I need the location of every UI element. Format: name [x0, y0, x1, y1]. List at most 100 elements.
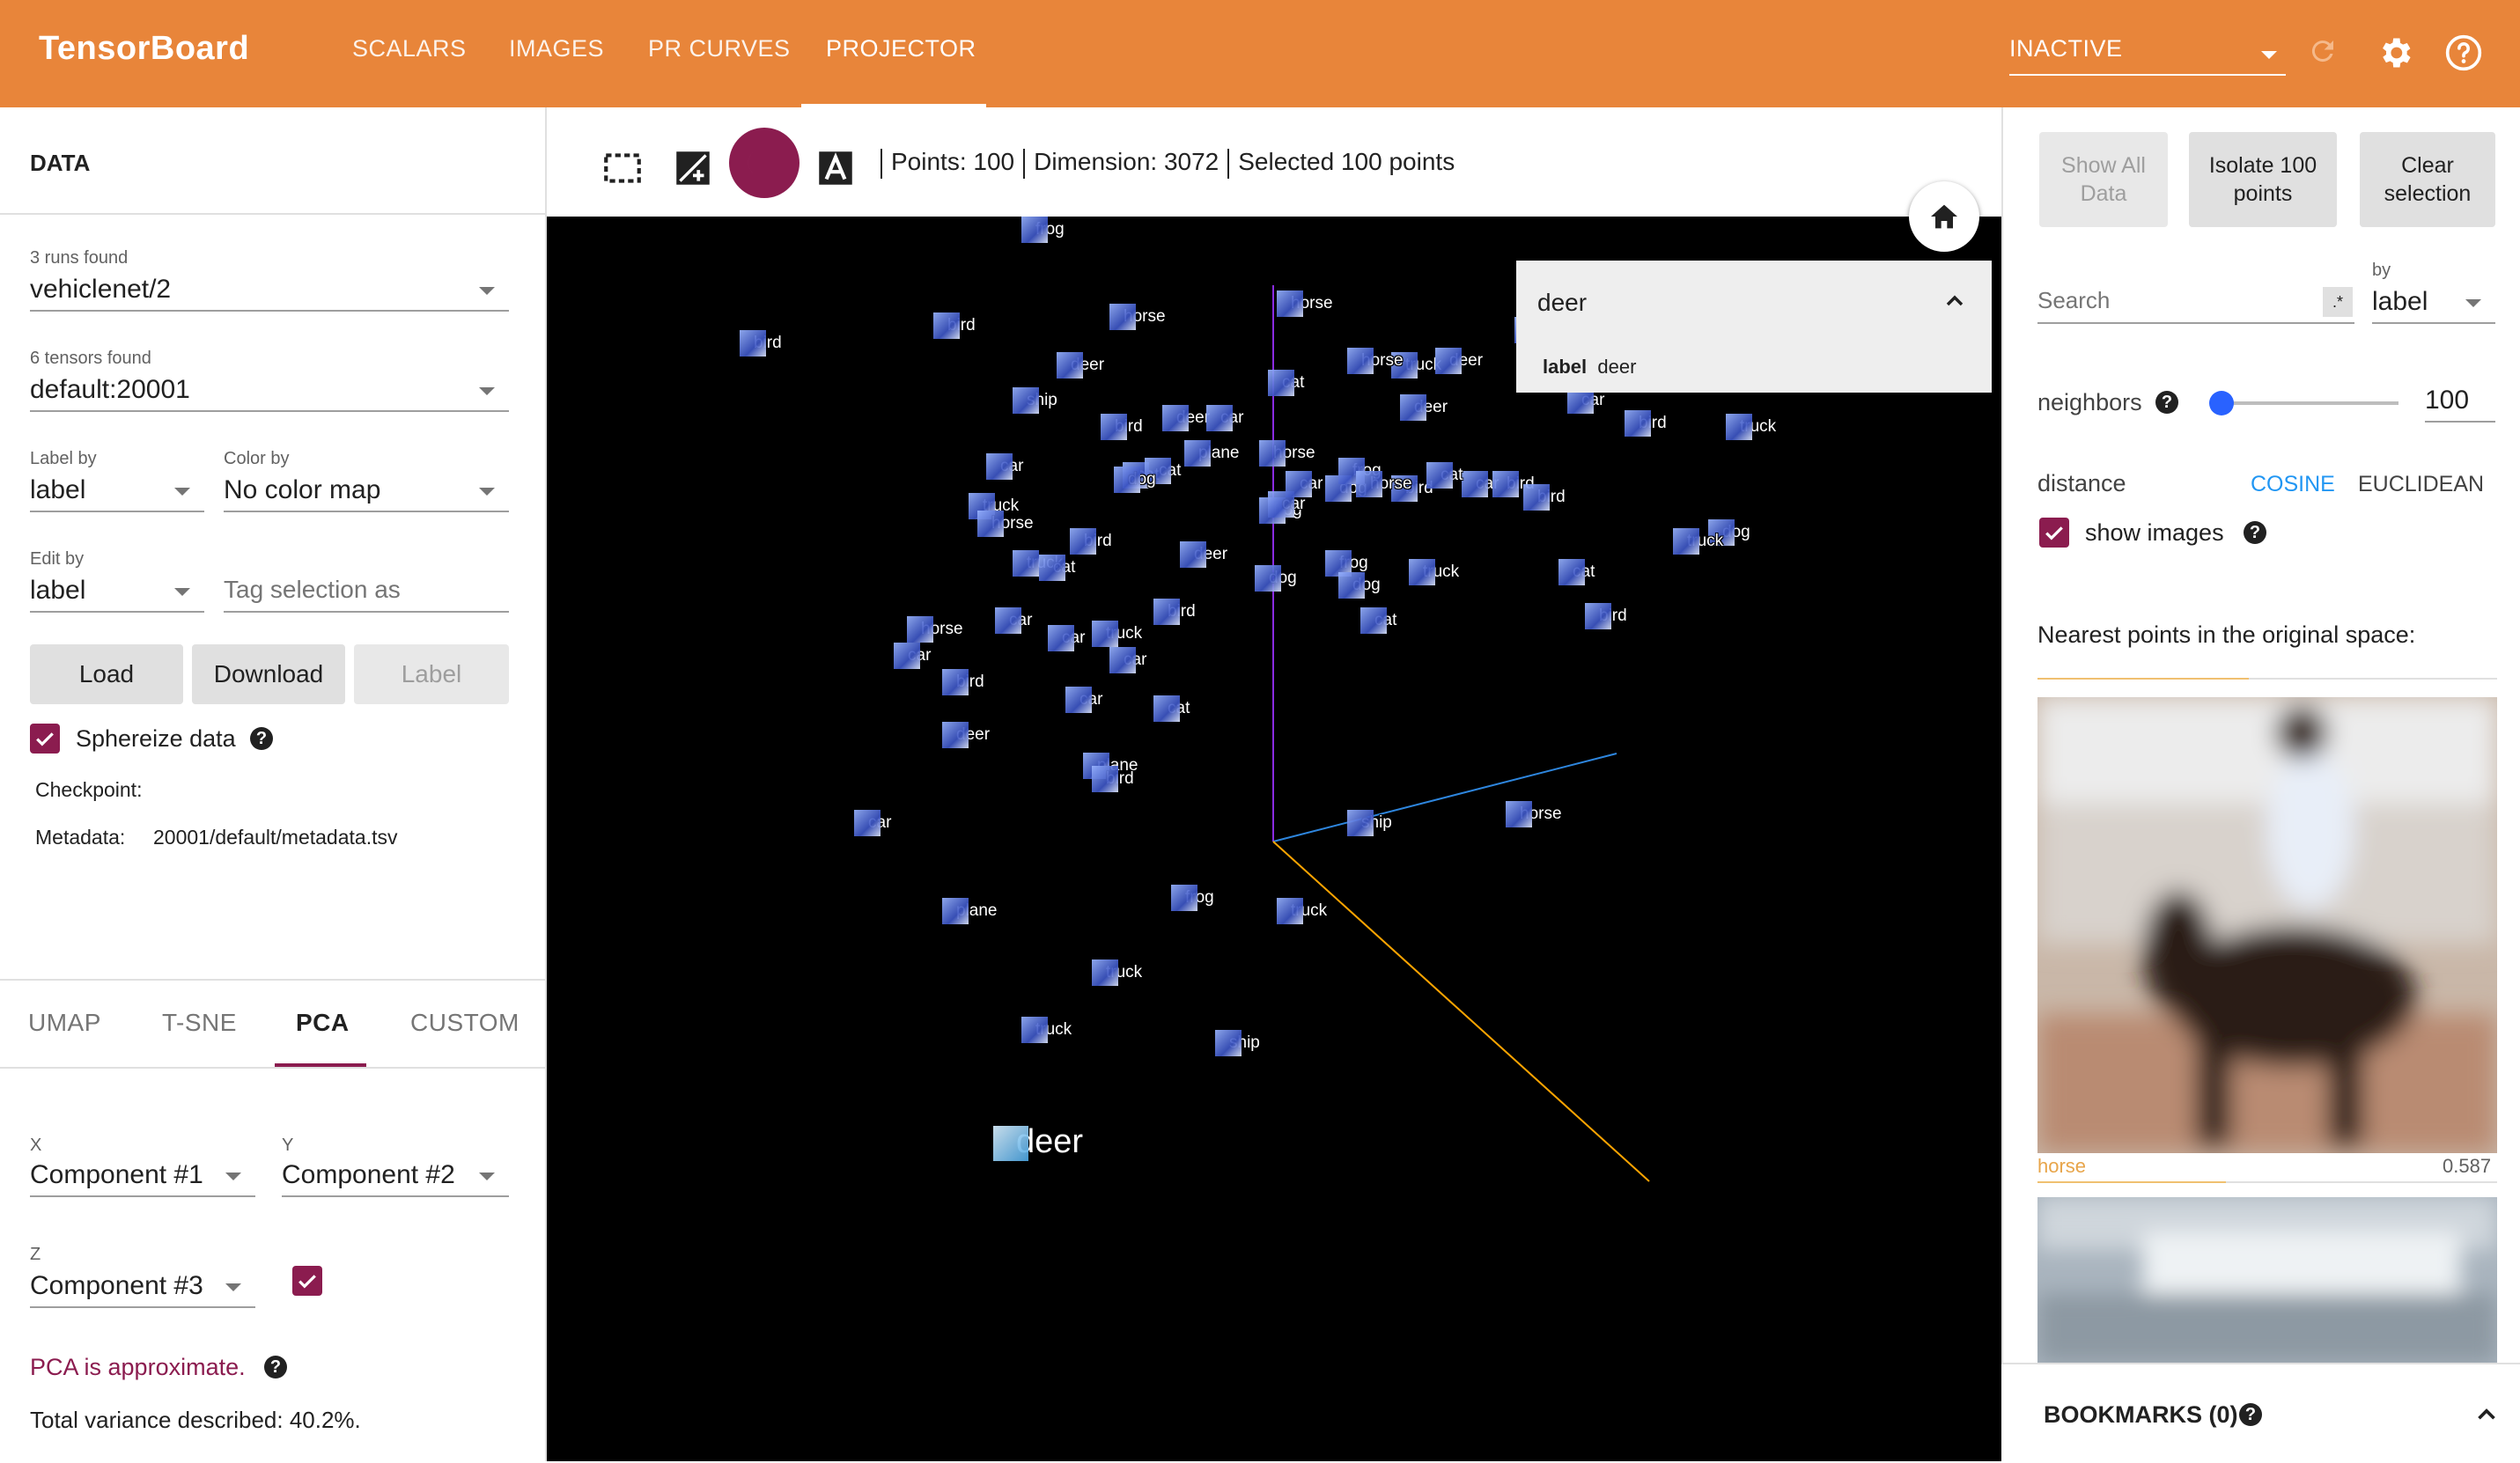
point-truck[interactable]: truck: [1409, 559, 1459, 585]
load-button[interactable]: Load: [30, 644, 183, 704]
tab-custom[interactable]: CUSTOM: [410, 1009, 519, 1037]
help-icon[interactable]: ?: [2155, 391, 2178, 414]
x-component-select[interactable]: Component #1: [30, 1157, 255, 1197]
search-input[interactable]: Search .*: [2037, 283, 2354, 324]
point-car[interactable]: car: [1065, 687, 1102, 713]
reload-icon[interactable]: [2307, 35, 2339, 67]
chevron-up-icon[interactable]: [1941, 287, 1969, 315]
clear-selection-button[interactable]: Clear selection: [2360, 132, 2495, 227]
point-car[interactable]: car: [986, 453, 1023, 480]
help-icon[interactable]: ?: [2239, 1403, 2262, 1426]
point-deer[interactable]: deer: [1400, 394, 1448, 421]
night-mode-toggle[interactable]: [729, 128, 799, 198]
point-ship[interactable]: ship: [1013, 387, 1057, 414]
download-button[interactable]: Download: [192, 644, 345, 704]
chevron-up-icon[interactable]: [2472, 1400, 2502, 1430]
projection-canvas[interactable]: horsedeerhorsefroghorsefrogbirdbirddeerb…: [547, 217, 2001, 1461]
point-horse[interactable]: horse: [1347, 348, 1404, 374]
z-component-select[interactable]: Component #3: [30, 1268, 255, 1308]
help-icon[interactable]: [2444, 33, 2483, 72]
neighbor-image-horse[interactable]: [2037, 697, 2497, 1153]
point-bird[interactable]: bird: [740, 330, 782, 357]
label-toggle-icon[interactable]: [814, 146, 858, 190]
show-all-data-button[interactable]: Show All Data: [2039, 132, 2168, 227]
point-horse[interactable]: horse: [1259, 440, 1315, 467]
neighbors-slider-track[interactable]: [2212, 401, 2398, 405]
help-icon[interactable]: ?: [264, 1356, 287, 1378]
point-bird[interactable]: bird: [942, 669, 984, 695]
point-bird[interactable]: bird: [1585, 603, 1627, 629]
point-bird[interactable]: bird: [1070, 528, 1112, 555]
edit-image-icon[interactable]: [671, 146, 715, 190]
point-cat[interactable]: cat: [1426, 462, 1463, 489]
point-dog[interactable]: dog: [1255, 565, 1297, 592]
search-by-select[interactable]: label: [2372, 283, 2495, 324]
tab-pca[interactable]: PCA: [296, 1009, 350, 1037]
point-car[interactable]: car: [995, 607, 1032, 634]
tab-umap[interactable]: UMAP: [28, 1009, 101, 1037]
point-highlighted[interactable]: deer: [993, 1123, 1083, 1161]
point-deer[interactable]: deer: [942, 722, 990, 748]
point-deer[interactable]: deer: [1057, 352, 1104, 379]
run-select[interactable]: vehiclenet/2: [30, 271, 509, 312]
show-images-checkbox[interactable]: [2039, 518, 2069, 548]
edit-by-select[interactable]: label: [30, 572, 204, 613]
point-plane[interactable]: plane: [1184, 440, 1240, 467]
y-component-select[interactable]: Component #2: [282, 1157, 509, 1197]
point-bird[interactable]: bird: [1101, 414, 1143, 440]
neighbors-input[interactable]: 100: [2425, 382, 2495, 423]
point-truck[interactable]: truck: [1673, 528, 1723, 555]
point-deer[interactable]: deer: [1162, 405, 1210, 431]
point-dog[interactable]: dog: [1338, 572, 1381, 599]
point-cat[interactable]: cat: [1268, 370, 1304, 396]
z-enabled-checkbox[interactable]: [292, 1266, 322, 1296]
run-status-select[interactable]: INACTIVE: [2009, 35, 2286, 76]
point-ship[interactable]: ship: [1347, 810, 1392, 836]
sphereize-checkbox[interactable]: [30, 724, 60, 754]
point-car[interactable]: car: [894, 643, 931, 669]
color-by-select[interactable]: No color map: [224, 472, 509, 512]
point-cat[interactable]: cat: [1558, 559, 1595, 585]
point-frog[interactable]: frog: [1021, 217, 1065, 243]
tab-projector[interactable]: PROJECTOR: [826, 35, 976, 62]
label-button[interactable]: Label: [354, 644, 509, 704]
reset-view-button[interactable]: [1909, 181, 1979, 252]
point-horse[interactable]: horse: [977, 511, 1034, 537]
tab-scalars[interactable]: SCALARS: [352, 35, 467, 62]
point-bird[interactable]: bird: [1523, 484, 1566, 511]
point-ship[interactable]: ship: [1215, 1030, 1260, 1056]
point-bird[interactable]: bird: [933, 312, 976, 339]
tag-selection-input[interactable]: Tag selection as: [224, 572, 509, 613]
tab-pr-curves[interactable]: PR CURVES: [648, 35, 791, 62]
regex-toggle[interactable]: .*: [2323, 287, 2353, 317]
tensor-select[interactable]: default:20001: [30, 371, 509, 412]
point-cat[interactable]: cat: [1153, 695, 1190, 722]
label-by-select[interactable]: label: [30, 472, 204, 512]
neighbor-image[interactable]: [2037, 1197, 2497, 1363]
app-logo[interactable]: TensorBoard: [39, 30, 249, 68]
help-icon[interactable]: ?: [2244, 521, 2266, 544]
point-cat[interactable]: cat: [1360, 607, 1396, 634]
point-deer[interactable]: deer: [1435, 348, 1483, 374]
point-horse[interactable]: horse: [1506, 801, 1562, 827]
point-car[interactable]: car: [1109, 647, 1146, 673]
point-dog[interactable]: dog: [1114, 467, 1156, 493]
tab-tsne[interactable]: T-SNE: [162, 1009, 237, 1037]
point-horse[interactable]: horse: [1109, 304, 1166, 330]
point-car[interactable]: car: [854, 810, 891, 836]
isolate-points-button[interactable]: Isolate 100 points: [2189, 132, 2337, 227]
point-horse[interactable]: horse: [1277, 290, 1333, 317]
distance-euclidean-option[interactable]: EUCLIDEAN: [2358, 472, 2484, 497]
point-truck[interactable]: truck: [1092, 621, 1142, 647]
point-truck[interactable]: truck: [1021, 1017, 1072, 1043]
point-truck[interactable]: truck: [1726, 414, 1776, 440]
point-horse[interactable]: horse: [1356, 471, 1412, 497]
distance-cosine-option[interactable]: COSINE: [2251, 472, 2335, 497]
point-cat[interactable]: cat: [1039, 555, 1075, 581]
help-icon[interactable]: ?: [250, 727, 273, 750]
bookmarks-bar[interactable]: BOOKMARKS (0) ?: [2001, 1363, 2520, 1463]
gear-icon[interactable]: [2376, 33, 2414, 72]
point-horse[interactable]: horse: [907, 616, 963, 643]
point-car[interactable]: car: [1048, 625, 1085, 651]
tab-images[interactable]: IMAGES: [509, 35, 604, 62]
